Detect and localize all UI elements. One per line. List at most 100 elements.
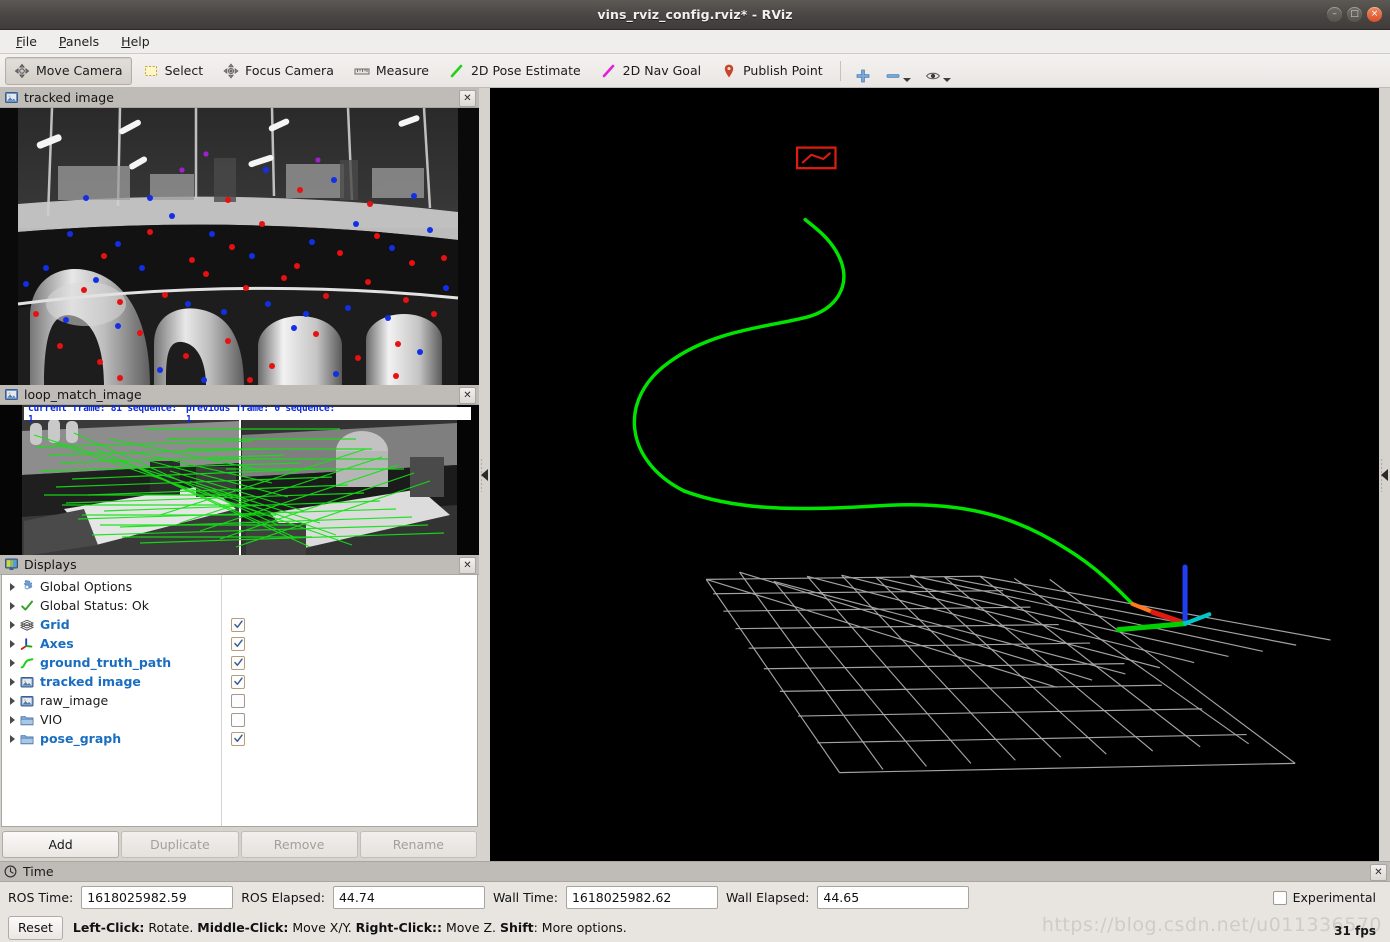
checkbox-tracked-image[interactable] xyxy=(231,674,245,689)
tree-label-raw-image: raw_image xyxy=(40,693,109,708)
loop-match-close-icon[interactable]: ✕ xyxy=(459,387,476,404)
folder-icon xyxy=(19,712,35,728)
tool-measure-label: Measure xyxy=(375,63,429,78)
status-hint-row: Reset Left-Click: Rotate. Middle-Click: … xyxy=(0,913,1390,942)
tool-measure[interactable]: Measure xyxy=(345,57,438,85)
duplicate-button[interactable]: Duplicate xyxy=(121,830,239,858)
expand-arrow-icon[interactable] xyxy=(6,658,19,667)
expand-arrow-icon[interactable] xyxy=(6,677,19,686)
panel-displays: Displays ✕ Global Options Global Status:… xyxy=(0,555,479,861)
displays-tree-body: Global Options Global Status: Ok Grid Ax… xyxy=(1,575,478,827)
tracked-image-canvas[interactable] xyxy=(0,108,479,385)
menu-file[interactable]: File xyxy=(6,32,47,51)
tree-item-axes[interactable]: Axes xyxy=(2,634,221,653)
menu-panels[interactable]: Panels xyxy=(49,32,109,51)
panel-loop-match-image: loop_match_image ✕ current frame: 81 seq… xyxy=(0,385,479,555)
add-button[interactable]: Add xyxy=(2,830,120,858)
checkbox-axes[interactable] xyxy=(231,636,245,651)
toolbar-remove-caret[interactable] xyxy=(902,77,911,82)
render-view-3d[interactable] xyxy=(490,88,1379,861)
tracked-image-render xyxy=(0,108,479,385)
checkbox-ground-truth-path[interactable] xyxy=(231,655,245,670)
checkbox-row-grid xyxy=(222,615,477,634)
ros-elapsed-label: ROS Elapsed: xyxy=(241,890,325,905)
checkbox-raw-image[interactable] xyxy=(231,693,245,708)
tree-item-grid[interactable]: Grid xyxy=(2,615,221,634)
loop-match-title: loop_match_image xyxy=(24,387,142,402)
folder-icon xyxy=(19,731,35,747)
time-close-icon[interactable]: ✕ xyxy=(1370,864,1387,881)
expand-arrow-icon[interactable] xyxy=(6,639,19,648)
tree-item-global-options[interactable]: Global Options xyxy=(2,577,221,596)
expand-arrow-icon[interactable] xyxy=(6,620,19,629)
checkbox-grid[interactable] xyxy=(231,617,245,632)
remove-button[interactable]: Remove xyxy=(240,830,358,858)
tree-item-vio[interactable]: VIO xyxy=(2,710,221,729)
hint-rotate: Rotate. xyxy=(144,920,198,935)
plus-icon xyxy=(855,68,871,84)
displays-close-icon[interactable]: ✕ xyxy=(459,557,476,574)
tool-select[interactable]: Select xyxy=(134,57,213,85)
menu-help-rest: elp xyxy=(130,34,150,49)
eye-icon xyxy=(925,68,941,84)
tree-item-raw-image[interactable]: raw_image xyxy=(2,691,221,710)
rename-button[interactable]: Rename xyxy=(359,830,477,858)
menu-help[interactable]: Help xyxy=(111,32,160,51)
menu-panels-rest: anels xyxy=(65,34,100,49)
tool-2d-pose-estimate[interactable]: 2D Pose Estimate xyxy=(440,57,590,85)
expand-arrow-icon[interactable] xyxy=(6,715,19,724)
title-bar: vins_rviz_config.rviz* - RViz – □ × xyxy=(0,0,1390,30)
loop-match-overlay: current frame: 81 sequence: 1 previous f… xyxy=(24,405,471,425)
left-dock-column: tracked image ✕ loop_match_image ✕ curre… xyxy=(0,88,479,861)
displays-buttons: Add Duplicate Remove Rename xyxy=(0,827,479,861)
tool-move-camera[interactable]: Move Camera xyxy=(5,56,132,85)
minimize-button[interactable]: – xyxy=(1327,7,1342,22)
experimental-toggle[interactable]: Experimental xyxy=(1272,890,1382,905)
tool-focus-camera[interactable]: Focus Camera xyxy=(214,57,343,85)
maximize-button[interactable]: □ xyxy=(1347,7,1362,22)
image-panel-icon xyxy=(5,91,18,104)
tool-publish-point[interactable]: Publish Point xyxy=(712,57,832,85)
close-button[interactable]: × xyxy=(1367,7,1382,22)
loop-match-overlay-current: current frame: 81 sequence: 1 xyxy=(28,405,178,425)
right-splitter-handle[interactable] xyxy=(1379,88,1390,861)
displays-header: Displays ✕ xyxy=(0,555,479,575)
tree-item-tracked-image[interactable]: tracked image xyxy=(2,672,221,691)
mouse-hint-text: Left-Click: Rotate. Middle-Click: Move X… xyxy=(73,920,627,935)
tracked-image-close-icon[interactable]: ✕ xyxy=(459,90,476,107)
tool-publish-point-label: Publish Point xyxy=(743,63,823,78)
toolbar-add-button[interactable] xyxy=(849,57,877,85)
tree-item-global-status[interactable]: Global Status: Ok xyxy=(2,596,221,615)
focus-camera-icon xyxy=(223,62,239,79)
expand-arrow-icon[interactable] xyxy=(6,582,19,591)
tree-item-ground-truth-path[interactable]: ground_truth_path xyxy=(2,653,221,672)
tool-2d-nav-goal[interactable]: 2D Nav Goal xyxy=(592,57,710,85)
checkbox-vio[interactable] xyxy=(231,712,245,727)
ros-time-field[interactable]: 1618025982.59 xyxy=(81,886,234,909)
tree-label-global-status: Global Status: Ok xyxy=(40,598,149,613)
toolbar-separator xyxy=(839,60,841,81)
checkbox-pose-graph[interactable] xyxy=(231,731,245,746)
toolbar-visibility-caret[interactable] xyxy=(942,77,951,82)
hint-right-click: Right-Click:: xyxy=(355,920,443,935)
experimental-checkbox[interactable] xyxy=(1272,890,1287,905)
tree-item-pose-graph[interactable]: pose_graph xyxy=(2,729,221,748)
toolbar-visibility-button[interactable] xyxy=(919,57,957,85)
toolbar-remove-button[interactable] xyxy=(879,57,917,85)
displays-value-column xyxy=(222,575,477,826)
ros-elapsed-field[interactable]: 44.74 xyxy=(332,886,485,909)
tree-label-grid: Grid xyxy=(40,617,70,632)
checkbox-row-global-status xyxy=(222,596,477,615)
wall-time-field[interactable]: 1618025982.62 xyxy=(565,886,718,909)
nav-goal-icon xyxy=(601,63,617,79)
loop-match-canvas[interactable]: current frame: 81 sequence: 1 previous f… xyxy=(0,405,479,555)
reset-button[interactable]: Reset xyxy=(8,915,63,940)
expand-arrow-icon[interactable] xyxy=(6,601,19,610)
wall-elapsed-field[interactable]: 44.65 xyxy=(817,886,970,909)
minus-icon xyxy=(885,68,901,84)
expand-arrow-icon[interactable] xyxy=(6,696,19,705)
expand-arrow-icon[interactable] xyxy=(6,734,19,743)
hint-move-z: Move Z. xyxy=(442,920,501,935)
wall-elapsed-label: Wall Elapsed: xyxy=(725,890,810,905)
left-splitter-handle[interactable] xyxy=(479,88,490,861)
